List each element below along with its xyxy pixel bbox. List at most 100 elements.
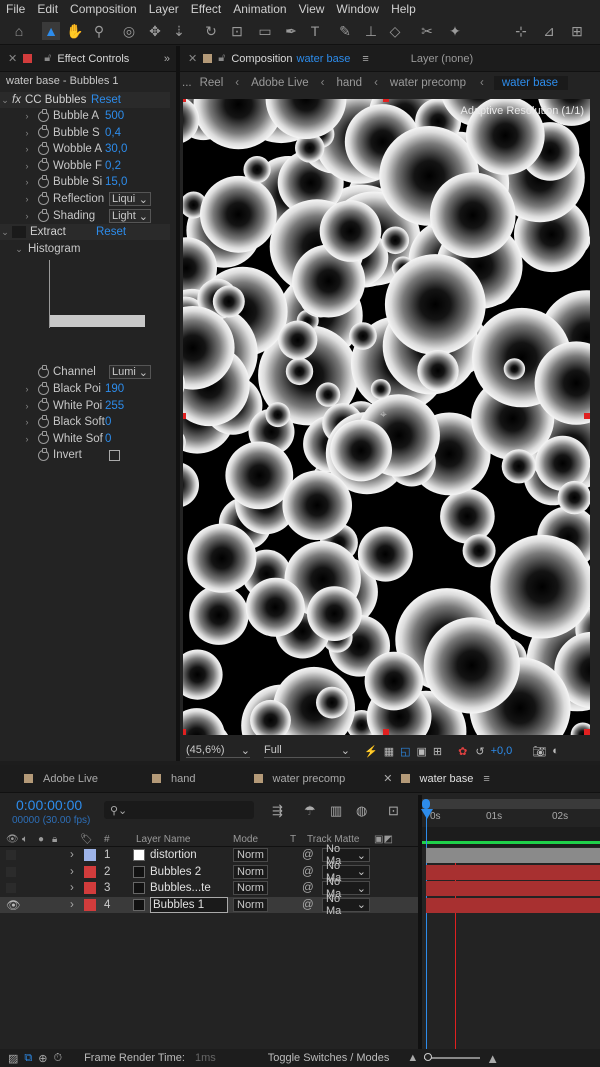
label-icon[interactable]: 🏷︎: [80, 831, 93, 847]
stopwatch-icon[interactable]: [38, 158, 49, 172]
breadcrumb-reel[interactable]: Reel: [200, 77, 224, 89]
chevron-right-icon[interactable]: ›: [22, 194, 32, 204]
breadcrumb-hand[interactable]: hand: [336, 77, 362, 89]
selection-tool-icon[interactable]: ▲: [42, 22, 60, 40]
tab-water-precomp[interactable]: water precomp: [273, 773, 346, 785]
stopwatch-icon[interactable]: [38, 414, 49, 428]
effect-cc-bubbles[interactable]: ⌄ fx CC Bubbles Reset: [0, 92, 170, 108]
layer-label-color[interactable]: [84, 882, 96, 895]
reset-exposure-icon[interactable]: ↺: [475, 745, 484, 758]
effect-extract[interactable]: ⌄ Extract Reset: [0, 224, 170, 240]
channel-icon[interactable]: ✿: [458, 745, 467, 758]
panel-menu-icon[interactable]: ≡: [362, 53, 368, 65]
grid-guides-icon[interactable]: ⊞: [433, 745, 442, 758]
hand-tool-icon[interactable]: ✋: [66, 22, 84, 40]
exposure-value[interactable]: +0,0: [491, 745, 513, 757]
breadcrumb-ellipsis[interactable]: ...: [182, 77, 192, 89]
stopwatch-icon[interactable]: [38, 125, 49, 139]
graph-editor-icon[interactable]: ⊡: [388, 803, 399, 819]
layer-label-color[interactable]: [84, 849, 96, 861]
visibility-toggle[interactable]: [6, 866, 16, 877]
layer-duration-bar[interactable]: [426, 864, 600, 880]
breadcrumb-water-precomp[interactable]: water precomp: [390, 77, 466, 89]
composition-viewer[interactable]: Adaptive Resolution (1/1) ⌖: [183, 99, 590, 735]
layer-handle[interactable]: [183, 413, 186, 419]
layer-duration-bar[interactable]: [426, 848, 600, 863]
home-icon[interactable]: ⌂: [10, 22, 28, 40]
menu-layer[interactable]: Layer: [143, 2, 185, 16]
search-input[interactable]: ⚲⌄: [104, 801, 254, 819]
work-area-bar[interactable]: [422, 799, 600, 809]
layer-viewer-tab[interactable]: Layer (none): [411, 53, 473, 65]
menu-help[interactable]: Help: [385, 2, 422, 16]
chevron-right-icon[interactable]: ›: [22, 384, 32, 394]
menu-view[interactable]: View: [293, 2, 331, 16]
render-time-icon[interactable]: ⏱︎: [53, 1052, 62, 1065]
toggle-switches-modes[interactable]: Toggle Switches / Modes: [268, 1052, 390, 1064]
matte-link-icon[interactable]: @: [302, 847, 314, 863]
stopwatch-icon[interactable]: [38, 364, 49, 378]
pen-tool-icon[interactable]: ✒: [282, 22, 300, 40]
property-value[interactable]: 0,4: [105, 127, 121, 139]
type-tool-icon[interactable]: T: [306, 22, 324, 40]
layer-handle[interactable]: [183, 99, 186, 102]
frame-blending-icon[interactable]: ▥: [330, 803, 342, 819]
layer-duration-bar[interactable]: [426, 897, 600, 913]
transparency-grid-icon[interactable]: ▦: [384, 745, 394, 758]
zoom-slider-thumb[interactable]: [424, 1053, 433, 1061]
chevron-right-icon[interactable]: ›: [22, 434, 32, 444]
layer-label-color[interactable]: [84, 865, 96, 878]
chevron-right-icon[interactable]: ›: [22, 111, 32, 121]
effect-controls-tab[interactable]: Effect Controls: [57, 53, 129, 65]
property-value[interactable]: 0: [105, 433, 111, 445]
chevron-down-icon[interactable]: ⌄: [0, 95, 10, 106]
menu-effect[interactable]: Effect: [185, 2, 227, 16]
pan-tool-icon[interactable]: ✥: [146, 22, 164, 40]
menu-composition[interactable]: Composition: [64, 2, 143, 16]
time-ruler[interactable]: 0s 01s 02s: [422, 811, 600, 827]
fast-preview-icon[interactable]: ⚡: [364, 745, 378, 758]
visibility-toggle[interactable]: [6, 850, 16, 860]
layer-name[interactable]: Bubbles...te: [150, 880, 228, 896]
visibility-toggle[interactable]: [6, 883, 16, 894]
rotate-tool-icon[interactable]: ↻: [202, 22, 220, 40]
reset-link[interactable]: Reset: [91, 94, 121, 106]
property-value[interactable]: 255: [105, 400, 124, 412]
property-value[interactable]: 0,2: [105, 160, 121, 172]
shading-dropdown[interactable]: Light ⌄: [109, 209, 151, 223]
switches-icon[interactable]: ▣◩: [374, 831, 393, 847]
lock-icon[interactable]: 🔒︎: [52, 831, 57, 847]
property-value[interactable]: 0: [105, 416, 111, 428]
chevron-right-icon[interactable]: ›: [22, 144, 32, 154]
resolution-dropdown[interactable]: Full ⌄: [264, 744, 350, 758]
property-value[interactable]: 190: [105, 383, 124, 395]
layer-handle[interactable]: [584, 729, 590, 735]
snap-icon[interactable]: ⊹: [512, 22, 530, 40]
chevron-right-icon[interactable]: ›: [70, 897, 74, 913]
puppet-tool-icon[interactable]: ✦: [446, 22, 464, 40]
chevron-right-icon[interactable]: ›: [22, 177, 32, 187]
breadcrumb-water-base[interactable]: water base: [493, 76, 569, 90]
lock-icon[interactable]: 🔓︎: [44, 52, 51, 65]
chevron-right-icon[interactable]: ›: [70, 864, 74, 880]
stopwatch-icon[interactable]: [38, 431, 49, 445]
stopwatch-icon[interactable]: [38, 191, 49, 205]
panel-menu-icon[interactable]: ≡: [483, 773, 489, 785]
camera-icon[interactable]: 📷︎: [532, 745, 546, 758]
mode-dropdown[interactable]: Norm: [233, 848, 268, 862]
menu-file[interactable]: File: [0, 2, 31, 16]
histogram[interactable]: [49, 260, 145, 328]
matte-link-icon[interactable]: @: [302, 897, 314, 913]
reflection-dropdown[interactable]: Liqui ⌄: [109, 192, 151, 206]
brush-tool-icon[interactable]: ✎: [336, 22, 354, 40]
layer-name[interactable]: Bubbles 1: [150, 896, 228, 913]
channel-dropdown[interactable]: Lumi ⌄: [109, 365, 151, 379]
chevron-right-icon[interactable]: ›: [70, 880, 74, 896]
reset-link[interactable]: Reset: [96, 226, 126, 238]
transfer-controls-icon[interactable]: ⊕: [38, 1052, 47, 1065]
anchor-tool-icon[interactable]: ⊡: [228, 22, 246, 40]
eye-icon[interactable]: 👁︎: [6, 831, 19, 847]
stopwatch-icon[interactable]: [38, 447, 49, 461]
layer-row[interactable]: 👁︎ › 4 Bubbles 1 Norm @ No Ma ⌄: [0, 893, 418, 917]
menu-animation[interactable]: Animation: [227, 2, 292, 16]
